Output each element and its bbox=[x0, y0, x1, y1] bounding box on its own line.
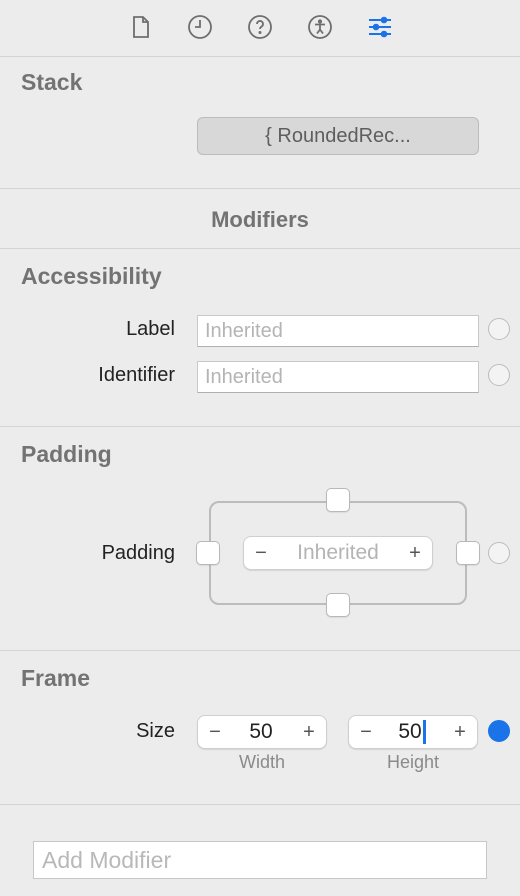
stack-content-popup[interactable]: { RoundedRec... bbox=[197, 117, 479, 155]
help-question-icon[interactable] bbox=[245, 12, 275, 42]
frame-divider bbox=[0, 804, 520, 805]
frame-height-stepper[interactable]: − 50 + bbox=[348, 715, 478, 749]
modifiers-divider bbox=[0, 248, 520, 249]
accessibility-section-title: Accessibility bbox=[21, 263, 162, 289]
stack-section-title: Stack bbox=[21, 69, 83, 95]
file-icon[interactable] bbox=[126, 12, 156, 42]
padding-row-label: Padding bbox=[101, 542, 175, 564]
height-decrement-button[interactable]: − bbox=[349, 721, 383, 744]
frame-width-stepper[interactable]: − 50 + bbox=[197, 715, 327, 749]
height-value-field[interactable]: 50 bbox=[398, 720, 421, 743]
padding-inspector-circle[interactable] bbox=[488, 542, 510, 564]
attributes-sliders-icon[interactable] bbox=[365, 12, 395, 42]
width-decrement-button[interactable]: − bbox=[198, 721, 232, 744]
accessibility-identifier-label: Identifier bbox=[98, 364, 175, 386]
accessibility-identifier-inspector-circle[interactable] bbox=[488, 364, 510, 386]
padding-leading-checkbox[interactable] bbox=[196, 541, 220, 565]
frame-size-label: Size bbox=[136, 720, 175, 742]
width-caption: Width bbox=[238, 752, 285, 772]
padding-trailing-checkbox[interactable] bbox=[456, 541, 480, 565]
modifiers-header: Modifiers bbox=[211, 207, 309, 232]
padding-amount-field[interactable]: Inherited bbox=[278, 541, 398, 565]
accessibility-divider bbox=[0, 426, 520, 427]
frame-section-title: Frame bbox=[21, 665, 91, 691]
add-modifier-field[interactable]: Add Modifier bbox=[33, 841, 487, 879]
height-caption: Height bbox=[386, 752, 440, 772]
frame-inspector-circle[interactable] bbox=[488, 720, 510, 742]
accessibility-label-label: Label bbox=[126, 318, 175, 340]
width-value-field[interactable]: 50 bbox=[232, 720, 292, 744]
text-cursor bbox=[422, 720, 426, 745]
padding-top-checkbox[interactable] bbox=[326, 488, 350, 512]
width-increment-button[interactable]: + bbox=[292, 721, 326, 744]
padding-section-title: Padding bbox=[21, 441, 112, 467]
accessibility-icon[interactable] bbox=[305, 12, 335, 42]
padding-amount-stepper[interactable]: − Inherited + bbox=[243, 536, 433, 570]
stack-divider bbox=[0, 188, 520, 189]
padding-divider bbox=[0, 650, 520, 651]
accessibility-label-inspector-circle[interactable] bbox=[488, 318, 510, 340]
padding-decrement-button[interactable]: − bbox=[244, 542, 278, 565]
accessibility-label-field[interactable]: Inherited bbox=[197, 315, 479, 347]
height-value-wrapper[interactable]: 50 bbox=[383, 720, 443, 745]
toolbar-divider bbox=[0, 56, 520, 57]
padding-bottom-checkbox[interactable] bbox=[326, 593, 350, 617]
padding-increment-button[interactable]: + bbox=[398, 542, 432, 565]
history-clock-icon[interactable] bbox=[185, 12, 215, 42]
accessibility-identifier-field[interactable]: Inherited bbox=[197, 361, 479, 393]
height-increment-button[interactable]: + bbox=[443, 721, 477, 744]
